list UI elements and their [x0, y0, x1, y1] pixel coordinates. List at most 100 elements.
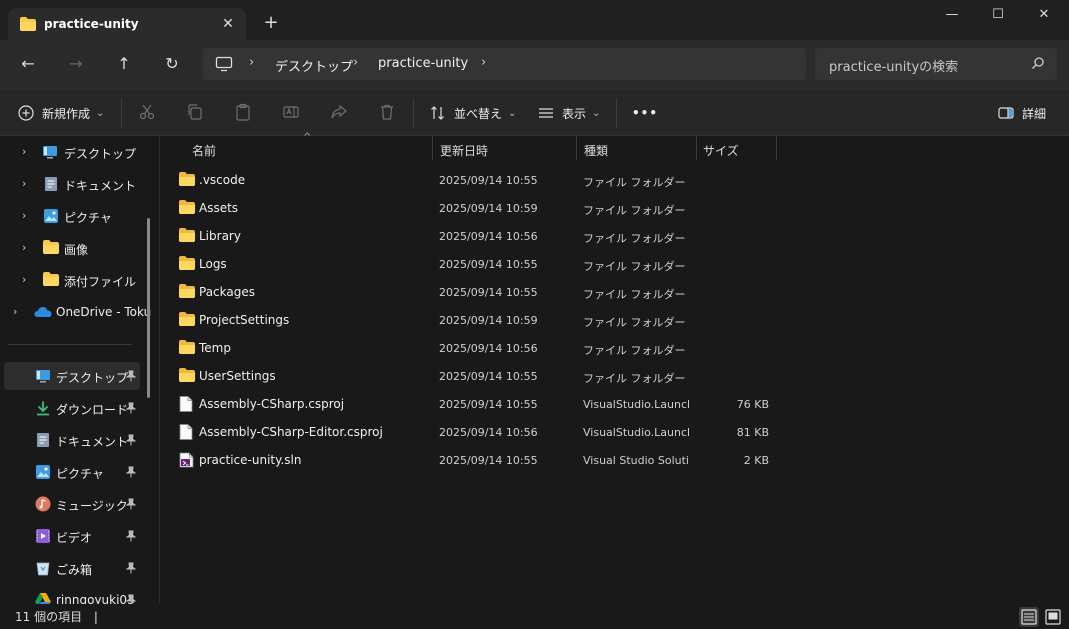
file-row[interactable]: Assets 2025/09/14 10:59 ファイル フォルダー: [161, 194, 1069, 222]
address-bar[interactable]: › デスクトップ › practice-unity ›: [203, 48, 806, 80]
search-input[interactable]: practice-unityの検索: [815, 48, 1057, 80]
file-name[interactable]: Assembly-CSharp.csproj: [199, 397, 344, 411]
file-row[interactable]: .vscode 2025/09/14 10:55 ファイル フォルダー: [161, 166, 1069, 194]
column-divider[interactable]: [776, 136, 777, 160]
file-row[interactable]: 10 practice-unity.sln 2025/09/14 10:55 Visu…: [161, 446, 1069, 474]
new-tab-icon[interactable]: +: [260, 12, 282, 34]
quick-access-desktop[interactable]: デスクトップ: [4, 362, 140, 390]
file-name[interactable]: Assets: [199, 201, 238, 215]
refresh-icon[interactable]: ↻: [158, 52, 186, 76]
quick-access-google-drive[interactable]: rinngoyuki03: [0, 586, 150, 604]
folder-icon: [43, 240, 59, 257]
file-row[interactable]: UserSettings 2025/09/14 10:55 ファイル フォルダー: [161, 362, 1069, 390]
cut-icon[interactable]: [138, 103, 158, 123]
file-name[interactable]: UserSettings: [199, 369, 276, 383]
file-name[interactable]: Temp: [199, 341, 231, 355]
sidebar-item-desktop[interactable]: › デスクトップ: [0, 138, 150, 166]
file-name[interactable]: ProjectSettings: [199, 313, 289, 327]
back-icon[interactable]: ←: [14, 52, 42, 76]
breadcrumb-chevron-icon[interactable]: ›: [481, 55, 486, 70]
file-name[interactable]: practice-unity.sln: [199, 453, 302, 467]
close-window-icon[interactable]: ✕: [1021, 0, 1067, 32]
sidebar-item-pictures[interactable]: › ピクチャ: [0, 202, 150, 230]
expand-arrow-icon[interactable]: ›: [22, 209, 26, 222]
forward-icon[interactable]: →: [62, 52, 90, 76]
tab-practice-unity[interactable]: practice-unity ✕: [8, 8, 246, 40]
this-pc-icon[interactable]: [215, 56, 233, 75]
quick-access-music[interactable]: ミュージック: [0, 490, 150, 518]
file-name[interactable]: .vscode: [199, 173, 245, 187]
column-header-date[interactable]: 更新日時: [440, 142, 488, 159]
file-name[interactable]: Packages: [199, 285, 255, 299]
view-button[interactable]: 表示 ⌄: [538, 101, 600, 125]
file-row[interactable]: Temp 2025/09/14 10:56 ファイル フォルダー: [161, 334, 1069, 362]
expand-arrow-icon[interactable]: ›: [22, 177, 26, 190]
file-date: 2025/09/14 10:55: [439, 370, 538, 383]
close-tab-icon[interactable]: ✕: [218, 14, 238, 34]
sidebar-item-attachments[interactable]: › 添付ファイル: [0, 266, 150, 294]
document-icon: [44, 176, 58, 195]
column-divider[interactable]: [432, 136, 433, 160]
file-row[interactable]: Assembly-CSharp.csproj 2025/09/14 10:55 Vi…: [161, 390, 1069, 418]
quick-access-recycle-bin[interactable]: ごみ箱: [0, 554, 150, 582]
expand-arrow-icon[interactable]: ›: [22, 241, 26, 254]
column-header-size[interactable]: サイズ: [703, 142, 739, 159]
sort-button[interactable]: 並べ替え ⌄: [430, 101, 516, 125]
column-divider[interactable]: [696, 136, 697, 160]
breadcrumb-chevron-icon[interactable]: ›: [249, 55, 254, 70]
sidebar-item-onedrive[interactable]: › OneDrive - Toku: [0, 298, 152, 326]
delete-icon[interactable]: [378, 103, 398, 123]
toolbar-divider: [413, 98, 414, 128]
copy-icon[interactable]: [186, 103, 206, 123]
chevron-down-icon: ⌄: [96, 107, 105, 119]
column-header-type[interactable]: 種類: [584, 142, 608, 159]
file-row[interactable]: Library 2025/09/14 10:56 ファイル フォルダー: [161, 222, 1069, 250]
file-name[interactable]: Assembly-CSharp-Editor.csproj: [199, 425, 383, 439]
quick-access-pictures[interactable]: ピクチャ: [0, 458, 150, 486]
folder-icon: [179, 172, 195, 189]
folder-icon: [179, 284, 195, 301]
details-pane-button[interactable]: 詳細: [998, 101, 1046, 125]
maximize-icon[interactable]: ☐: [975, 0, 1021, 32]
pictures-icon: [43, 208, 59, 227]
solution-file-icon: 10: [179, 452, 195, 471]
minimize-icon[interactable]: —: [929, 0, 975, 32]
file-row[interactable]: Logs 2025/09/14 10:55 ファイル フォルダー: [161, 250, 1069, 278]
column-header-name[interactable]: 名前: [192, 142, 216, 159]
file-name[interactable]: Logs: [199, 257, 227, 271]
search-icon[interactable]: [1031, 56, 1045, 73]
sidebar-item-images[interactable]: › 画像: [0, 234, 150, 262]
file-type: Visual Studio Solution: [583, 454, 689, 467]
new-button[interactable]: 新規作成 ⌄: [18, 101, 104, 125]
more-options-button[interactable]: •••: [632, 101, 658, 125]
share-icon[interactable]: [330, 103, 350, 123]
expand-arrow-icon[interactable]: ›: [22, 145, 26, 158]
expand-arrow-icon[interactable]: ›: [13, 305, 17, 318]
expand-arrow-icon[interactable]: ›: [22, 273, 26, 286]
sidebar-item-label: OneDrive - Toku: [56, 305, 152, 319]
file-row[interactable]: Assembly-CSharp-Editor.csproj 2025/09/14 …: [161, 418, 1069, 446]
up-icon[interactable]: ↑: [110, 52, 138, 76]
rename-icon[interactable]: [282, 103, 302, 123]
quick-access-videos[interactable]: ビデオ: [0, 522, 150, 550]
file-row[interactable]: ProjectSettings 2025/09/14 10:59 ファイル フォルダ…: [161, 306, 1069, 334]
quick-access-documents[interactable]: ドキュメント: [0, 426, 150, 454]
breadcrumb-desktop[interactable]: デスクトップ: [275, 56, 353, 75]
paste-icon[interactable]: [234, 103, 254, 123]
quick-access-downloads[interactable]: ダウンロード: [0, 394, 150, 422]
sidebar-scrollbar[interactable]: [147, 218, 150, 398]
breadcrumb-practice-unity[interactable]: practice-unity: [378, 56, 468, 71]
details-view-icon[interactable]: [1019, 607, 1039, 627]
file-type: ファイル フォルダー: [583, 232, 686, 245]
breadcrumb-chevron-icon[interactable]: ›: [353, 55, 358, 70]
pin-icon: [125, 434, 137, 449]
column-divider[interactable]: [576, 136, 577, 160]
pin-icon: [125, 402, 137, 417]
large-icons-view-icon[interactable]: [1043, 607, 1063, 627]
file-row[interactable]: Packages 2025/09/14 10:55 ファイル フォルダー: [161, 278, 1069, 306]
file-size: 81 KB: [736, 426, 769, 439]
sidebar-item-documents[interactable]: › ドキュメント: [0, 170, 150, 198]
sidebar-item-label: ドキュメント: [56, 435, 129, 449]
sidebar-item-label: ピクチャ: [56, 467, 104, 481]
file-name[interactable]: Library: [199, 229, 241, 243]
